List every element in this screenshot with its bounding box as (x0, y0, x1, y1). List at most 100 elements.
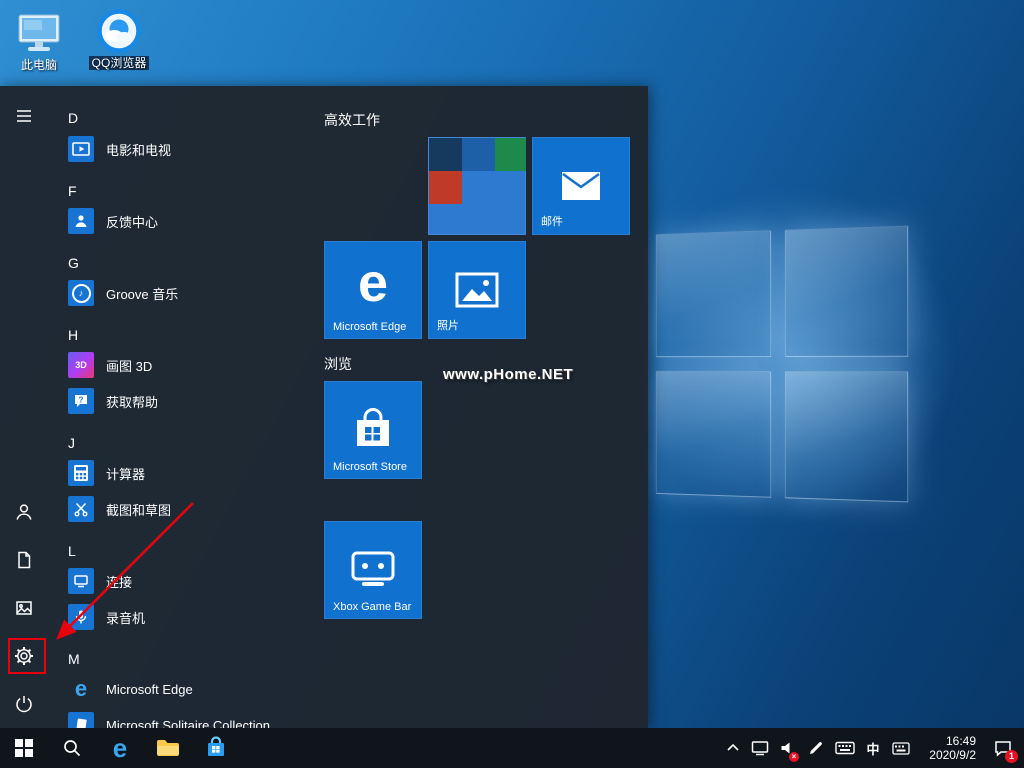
paint-3d-icon: 3D (68, 352, 94, 378)
tray-ime-button[interactable]: 中 (860, 728, 886, 768)
app-item-movies-tv[interactable]: 电影和电视 (68, 131, 312, 167)
tile-group-label[interactable]: 高效工作 (324, 110, 380, 130)
screen: 此电脑 QQ浏览器 (0, 0, 1024, 768)
system-tray: × 中 16:49 2020/9/2 1 (720, 728, 1024, 768)
edge-icon: e (68, 676, 94, 702)
this-pc-icon (0, 8, 78, 56)
tray-network-button[interactable] (746, 728, 774, 768)
tray-windows-ink-button[interactable] (802, 728, 830, 768)
edge-icon: e (113, 728, 127, 768)
collage-square (429, 138, 462, 171)
taskbar-store-button[interactable] (192, 728, 240, 768)
clock-date: 2020/9/2 (929, 748, 976, 762)
tray-clock[interactable]: 16:49 2020/9/2 (916, 728, 982, 768)
taskbar-file-explorer-button[interactable] (144, 728, 192, 768)
tray-ime-toolbar-button[interactable] (886, 728, 916, 768)
folder-icon (156, 738, 180, 758)
volume-muted-badge: × (789, 752, 799, 762)
app-item-label: Groove 音乐 (106, 284, 178, 303)
tray-action-center-button[interactable]: 1 (982, 728, 1024, 768)
user-account-button[interactable] (0, 488, 48, 536)
wallpaper-pane (656, 371, 771, 498)
gear-icon (14, 646, 34, 666)
app-item-label: 画图 3D (106, 356, 152, 375)
start-menu-tiles: 高效工作 邮件 e Microsoft Edge (324, 86, 648, 728)
desktop-icon-label: QQ浏览器 (89, 56, 150, 70)
watermark: www.pHome.NET (443, 366, 573, 383)
wallpaper-pane (656, 230, 771, 357)
taskbar-edge-button[interactable]: e (96, 728, 144, 768)
tile-label: Microsoft Edge (333, 321, 406, 333)
snip-sketch-icon (68, 496, 94, 522)
feedback-hub-icon (68, 208, 94, 234)
tray-volume-button[interactable]: × (774, 728, 802, 768)
app-letter-f[interactable]: F (68, 181, 104, 201)
app-item-label: 电影和电视 (106, 140, 171, 159)
tile-microsoft-store[interactable]: Microsoft Store (324, 381, 422, 479)
app-item-groove-music[interactable]: ♪ Groove 音乐 (68, 275, 312, 311)
app-letter-l[interactable]: L (68, 541, 104, 561)
search-icon (62, 738, 82, 758)
tile-mail[interactable]: 邮件 (532, 137, 630, 235)
app-item-label: 计算器 (106, 464, 145, 483)
tile-label: Xbox Game Bar (333, 601, 411, 613)
tray-touch-keyboard-button[interactable] (830, 728, 860, 768)
chevron-up-icon (726, 743, 740, 753)
voice-recorder-icon (68, 604, 94, 630)
tray-show-hidden-icons-button[interactable] (720, 728, 746, 768)
app-item-get-help[interactable]: ? 获取帮助 (68, 383, 312, 419)
desktop-icon-label: 此电脑 (0, 58, 78, 72)
desktop-icon-this-pc[interactable]: 此电脑 (0, 8, 78, 72)
pictures-icon (14, 598, 34, 618)
app-item-feedback-hub[interactable]: 反馈中心 (68, 203, 312, 239)
windows-logo-wallpaper (656, 226, 908, 503)
tile-xbox-game-bar[interactable]: Xbox Game Bar (324, 521, 422, 619)
app-letter-g[interactable]: G (68, 253, 104, 273)
app-letter-j[interactable]: J (68, 433, 104, 453)
groove-music-icon: ♪ (68, 280, 94, 306)
desktop-icon-qq-browser[interactable]: QQ浏览器 (80, 6, 158, 72)
hamburger-icon (14, 106, 34, 126)
tile-photos[interactable]: 照片 (428, 241, 526, 339)
app-item-label: 截图和草图 (106, 500, 171, 519)
clock-time: 16:49 (946, 734, 976, 748)
taskbar: e × 中 (0, 728, 1024, 768)
windows-logo-icon (15, 739, 33, 757)
taskbar-search-button[interactable] (48, 728, 96, 768)
tile-group-label[interactable]: 浏览 (324, 354, 352, 374)
app-item-label: 录音机 (106, 608, 145, 627)
connect-icon (68, 568, 94, 594)
get-help-icon: ? (68, 388, 94, 414)
app-item-snip-sketch[interactable]: 截图和草图 (68, 491, 312, 527)
calculator-icon (68, 460, 94, 486)
app-item-connect[interactable]: 连接 (68, 563, 312, 599)
app-item-solitaire[interactable]: Microsoft Solitaire Collection (68, 707, 312, 728)
app-item-microsoft-edge[interactable]: e Microsoft Edge (68, 671, 312, 707)
qq-browser-icon (80, 6, 158, 54)
app-letter-h[interactable]: H (68, 325, 104, 345)
tile-microsoft-edge[interactable]: e Microsoft Edge (324, 241, 422, 339)
collage-square (495, 138, 526, 171)
app-item-paint-3d[interactable]: 3D 画图 3D (68, 347, 312, 383)
settings-button[interactable] (0, 632, 48, 680)
collage-square (462, 138, 495, 171)
app-item-label: 反馈中心 (106, 212, 158, 231)
power-button[interactable] (0, 680, 48, 728)
app-item-voice-recorder[interactable]: 录音机 (68, 599, 312, 635)
tile-label: Microsoft Store (333, 461, 407, 473)
pictures-button[interactable] (0, 584, 48, 632)
app-item-calculator[interactable]: 计算器 (68, 455, 312, 491)
app-letter-d[interactable]: D (68, 108, 104, 128)
app-letter-m[interactable]: M (68, 649, 104, 669)
start-menu-rail (0, 86, 48, 728)
svg-text:?: ? (79, 396, 84, 405)
keyboard-icon (835, 741, 855, 755)
documents-button[interactable] (0, 536, 48, 584)
tile-folder-collage[interactable] (428, 137, 526, 235)
notification-badge: 1 (1005, 750, 1018, 763)
start-button[interactable] (0, 728, 48, 768)
tile-label: 邮件 (541, 213, 563, 229)
expand-menu-button[interactable] (0, 92, 48, 140)
user-icon (14, 502, 34, 522)
keyboard-icon (892, 742, 910, 755)
